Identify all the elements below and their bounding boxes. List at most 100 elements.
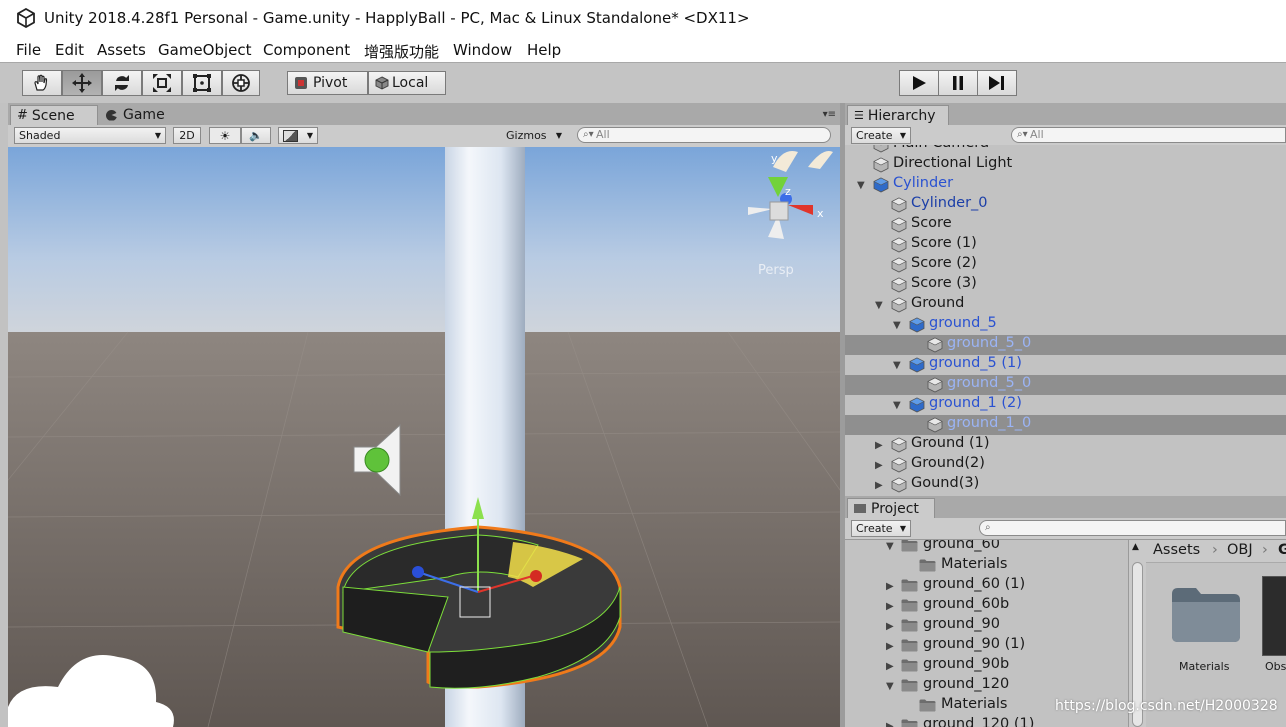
- pivot-toggle[interactable]: Pivot: [287, 71, 368, 95]
- folder-icon: [919, 559, 936, 572]
- expand-arrow-right-icon[interactable]: ▶: [886, 621, 894, 632]
- project-folder-item[interactable]: ▶ ground_60b: [845, 596, 1128, 616]
- hierarchy-item[interactable]: ▶ Ground (1): [845, 435, 1286, 455]
- hierarchy-item[interactable]: Score: [845, 215, 1286, 235]
- transform-tool-button[interactable]: [222, 70, 260, 96]
- project-folder-item[interactable]: ▶ ground_90: [845, 616, 1128, 636]
- gameobject-cube-icon: [873, 157, 889, 173]
- hierarchy-item[interactable]: ▼ ground_5: [845, 315, 1286, 335]
- scene-search-input[interactable]: All: [577, 127, 831, 143]
- breadcrumb-current[interactable]: G: [1278, 542, 1286, 558]
- breadcrumb-obj[interactable]: OBJ: [1227, 542, 1253, 558]
- hierarchy-item[interactable]: ▶ Ground(2): [845, 455, 1286, 475]
- panel-menu-icon[interactable]: ▾≡: [823, 109, 836, 120]
- menu-edit[interactable]: Edit: [55, 41, 84, 59]
- hand-tool-button[interactable]: [22, 70, 62, 96]
- project-folder-item[interactable]: Materials: [845, 556, 1128, 576]
- effects-dropdown[interactable]: ▼: [278, 127, 318, 144]
- rotate-tool-button[interactable]: [102, 70, 142, 96]
- gizmos-dropdown[interactable]: Gizmos ▼: [502, 127, 566, 144]
- menu-assets[interactable]: Assets: [97, 41, 146, 59]
- hierarchy-item[interactable]: ground_5_0: [845, 375, 1286, 395]
- hierarchy-item[interactable]: Main Camera: [845, 145, 1286, 155]
- tab-hierarchy[interactable]: ☰ Hierarchy: [847, 105, 949, 125]
- hierarchy-item[interactable]: Score (1): [845, 235, 1286, 255]
- expand-arrow-down-icon[interactable]: ▼: [893, 320, 901, 331]
- tab-scene[interactable]: # Scene: [10, 105, 98, 125]
- project-folder-item[interactable]: ▼ ground_60: [845, 540, 1128, 556]
- expand-arrow-down-icon[interactable]: ▼: [886, 681, 894, 692]
- hierarchy-item-label: ground_5_0: [947, 335, 1032, 351]
- project-search-input[interactable]: [979, 520, 1286, 536]
- hierarchy-search-input[interactable]: All: [1011, 127, 1286, 143]
- hierarchy-item[interactable]: ▼ ground_5 (1): [845, 355, 1286, 375]
- project-folder-item[interactable]: ▶ ground_90b: [845, 656, 1128, 676]
- project-folder-label: ground_90 (1): [923, 636, 1026, 652]
- menu-help[interactable]: Help: [527, 41, 561, 59]
- transform-icon: [232, 74, 250, 92]
- hierarchy-item[interactable]: ▶ Gound(3): [845, 475, 1286, 493]
- hierarchy-item[interactable]: ground_5_0: [845, 335, 1286, 355]
- hierarchy-item[interactable]: ▼ Ground: [845, 295, 1286, 315]
- expand-arrow-right-icon[interactable]: ▶: [875, 480, 883, 491]
- expand-arrow-right-icon[interactable]: ▶: [886, 581, 894, 592]
- expand-arrow-down-icon[interactable]: ▼: [857, 180, 865, 191]
- hierarchy-item[interactable]: Directional Light: [845, 155, 1286, 175]
- dropdown-arrow-icon: ▼: [555, 131, 562, 140]
- expand-arrow-right-icon[interactable]: ▶: [875, 440, 883, 451]
- expand-arrow-down-icon[interactable]: ▼: [875, 300, 883, 311]
- hierarchy-item[interactable]: ▼ Cylinder: [845, 175, 1286, 195]
- local-toggle[interactable]: Local: [368, 71, 446, 95]
- expand-arrow-down-icon[interactable]: ▼: [886, 541, 894, 552]
- menu-file[interactable]: File: [16, 41, 41, 59]
- menu-component[interactable]: Component: [263, 41, 350, 59]
- expand-arrow-right-icon[interactable]: ▶: [886, 601, 894, 612]
- expand-arrow-right-icon[interactable]: ▶: [886, 721, 894, 727]
- scroll-up-icon[interactable]: ▲: [1132, 542, 1139, 552]
- menu-gameobject[interactable]: GameObject: [158, 41, 252, 59]
- project-folder-item[interactable]: ▶ ground_120 (1): [845, 716, 1128, 727]
- image-icon: [283, 129, 298, 142]
- mode-2d-toggle[interactable]: 2D: [173, 127, 201, 144]
- expand-arrow-right-icon[interactable]: ▶: [886, 641, 894, 652]
- folder-icon: [901, 719, 918, 727]
- tab-hierarchy-label: Hierarchy: [867, 107, 936, 124]
- pause-button[interactable]: [938, 70, 978, 96]
- play-button[interactable]: [899, 70, 939, 96]
- asset-folder-materials[interactable]: [1170, 584, 1242, 650]
- asset-thumbnail-obs[interactable]: [1262, 576, 1286, 656]
- move-tool-button[interactable]: [62, 70, 102, 96]
- hierarchy-create-dropdown[interactable]: Create ▼: [851, 127, 911, 144]
- folder-icon: [919, 699, 936, 712]
- hierarchy-item[interactable]: ground_1_0: [845, 415, 1286, 435]
- lighting-toggle[interactable]: ☀: [209, 127, 241, 144]
- rotate-icon: [115, 75, 129, 91]
- project-create-dropdown[interactable]: Create ▼: [851, 520, 911, 537]
- hierarchy-item[interactable]: Score (2): [845, 255, 1286, 275]
- gameobject-cube-icon: [891, 197, 907, 213]
- project-folder-item[interactable]: ▶ ground_60 (1): [845, 576, 1128, 596]
- project-folder-item[interactable]: ▶ ground_90 (1): [845, 636, 1128, 656]
- shading-mode-dropdown[interactable]: Shaded ▼: [14, 127, 166, 144]
- scene-render: [8, 147, 840, 727]
- menu-enhanced[interactable]: 增强版功能: [364, 41, 439, 62]
- step-button[interactable]: [977, 70, 1017, 96]
- scene-viewport[interactable]: z x y Persp: [8, 147, 840, 727]
- expand-arrow-down-icon[interactable]: ▼: [893, 360, 901, 371]
- hierarchy-item[interactable]: ▼ ground_1 (2): [845, 395, 1286, 415]
- expand-arrow-down-icon[interactable]: ▼: [893, 400, 901, 411]
- project-folder-label: Materials: [941, 556, 1008, 572]
- audio-toggle[interactable]: 🔈: [241, 127, 271, 144]
- tab-game[interactable]: Game: [100, 105, 180, 125]
- menu-window[interactable]: Window: [453, 41, 512, 59]
- tab-project[interactable]: Project: [847, 498, 935, 518]
- perspective-label[interactable]: Persp: [758, 263, 794, 278]
- project-folder-item[interactable]: ▼ ground_120: [845, 676, 1128, 696]
- expand-arrow-right-icon[interactable]: ▶: [886, 661, 894, 672]
- hierarchy-item[interactable]: Score (3): [845, 275, 1286, 295]
- expand-arrow-right-icon[interactable]: ▶: [875, 460, 883, 471]
- rect-tool-button[interactable]: [182, 70, 222, 96]
- scale-tool-button[interactable]: [142, 70, 182, 96]
- breadcrumb-assets[interactable]: Assets: [1153, 542, 1200, 558]
- hierarchy-item[interactable]: Cylinder_0: [845, 195, 1286, 215]
